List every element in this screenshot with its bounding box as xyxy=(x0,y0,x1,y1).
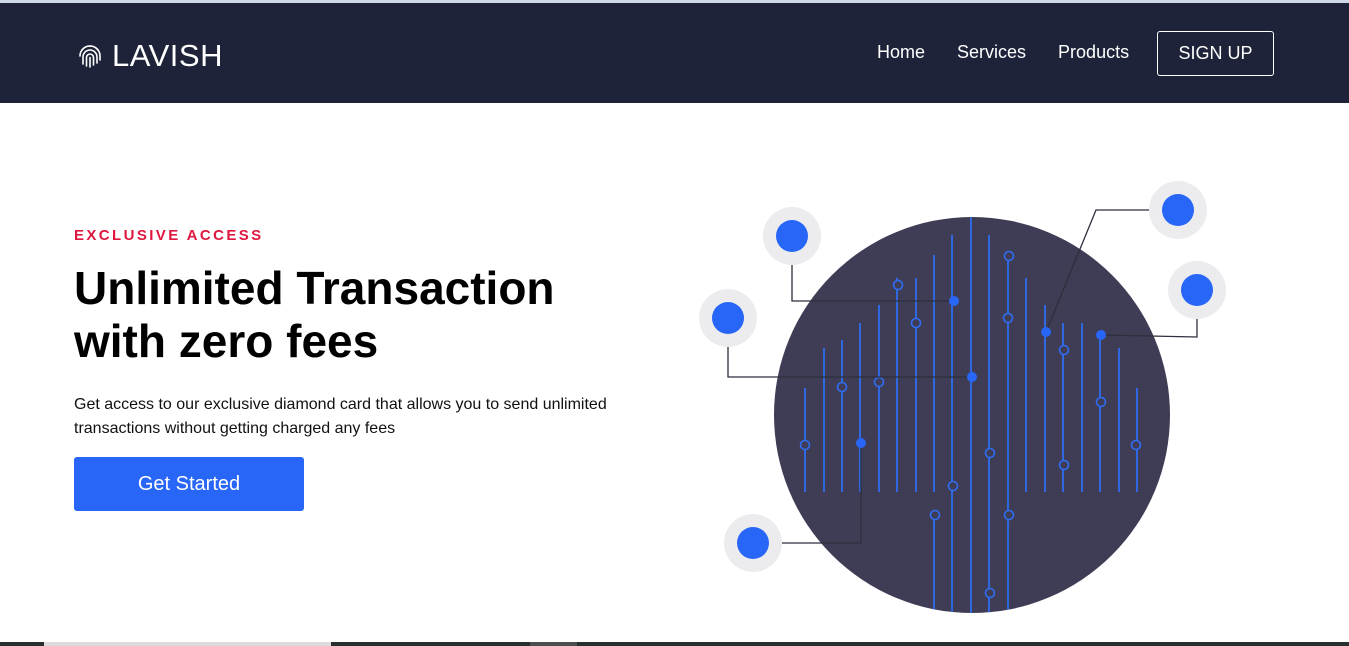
circuit-illustration xyxy=(699,181,1226,613)
circuit-circle xyxy=(774,217,1170,613)
nav-links: Home Services Products xyxy=(877,41,1129,63)
scrollbar-thumb[interactable] xyxy=(44,642,331,646)
hero-description-line-1: Get access to our exclusive diamond card… xyxy=(74,396,607,413)
hero-eyebrow: EXCLUSIVE ACCESS xyxy=(74,227,264,244)
hero-headline-line-1: Unlimited Transaction xyxy=(74,262,555,314)
hero-headline: Unlimited Transaction with zero fees xyxy=(74,262,634,368)
horizontal-scrollbar[interactable] xyxy=(0,642,1349,646)
outer-node-left xyxy=(699,289,757,347)
scrollbar-segment xyxy=(530,642,577,646)
outer-node-right xyxy=(1168,261,1226,319)
hero-headline-line-2: with zero fees xyxy=(74,315,379,367)
signup-button[interactable]: SIGN UP xyxy=(1157,31,1274,76)
nav-products-link[interactable]: Products xyxy=(1058,41,1129,63)
hero-description: Get access to our exclusive diamond card… xyxy=(74,393,634,441)
outer-node-top-right xyxy=(1149,181,1207,239)
hero-description-line-2: transactions without getting charged any… xyxy=(74,420,396,437)
nav-home-link[interactable]: Home xyxy=(877,41,925,63)
brand-logo[interactable]: LAVISH xyxy=(76,40,223,71)
outer-node-bottom-left xyxy=(724,514,782,572)
outer-node-top-left xyxy=(763,207,821,265)
brand-name: LAVISH xyxy=(112,38,223,73)
fingerprint-icon xyxy=(79,44,101,68)
navbar: LAVISH Home Services Products SIGN UP xyxy=(0,3,1349,103)
nav-services-link[interactable]: Services xyxy=(957,41,1026,63)
get-started-button[interactable]: Get Started xyxy=(74,457,304,511)
